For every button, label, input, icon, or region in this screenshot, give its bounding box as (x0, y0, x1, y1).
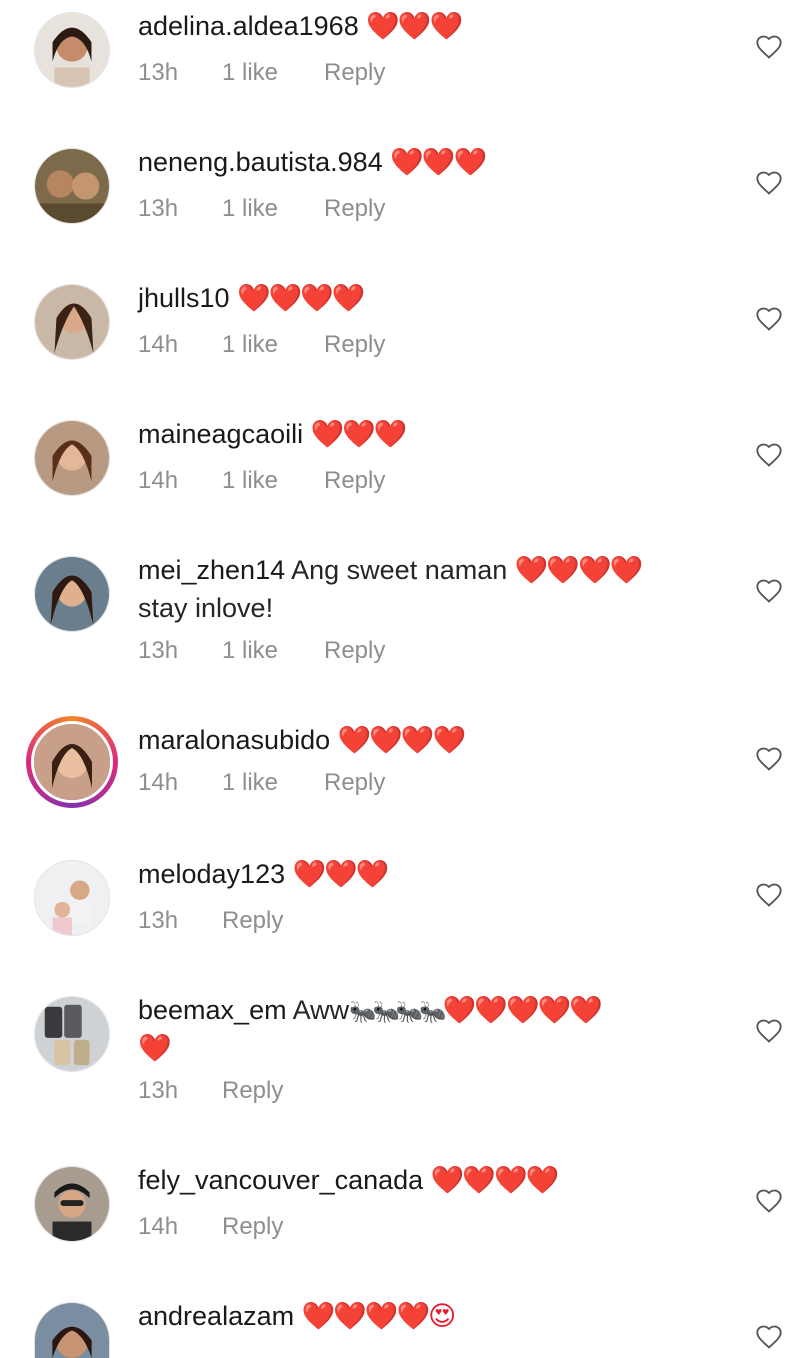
heart-emoji: ❤️❤️❤️❤️ (430, 1165, 559, 1195)
heart-emoji: ❤️ (138, 1033, 172, 1063)
heart-emoji: ❤️❤️❤️❤️ (514, 555, 643, 585)
avatar[interactable] (34, 284, 110, 360)
avatar[interactable] (34, 420, 110, 496)
heart-outline-icon[interactable] (755, 441, 783, 469)
username[interactable]: jhulls10 (138, 283, 230, 313)
reply-button[interactable]: Reply (324, 769, 385, 797)
heart-emoji: ❤️❤️❤️ (390, 147, 487, 177)
reply-button[interactable]: Reply (222, 1077, 283, 1105)
comment-time: 13h (138, 907, 179, 934)
comment-time: 13h (138, 637, 179, 664)
username[interactable]: meloday123 (138, 859, 285, 889)
heart-outline-icon[interactable] (755, 1017, 783, 1045)
username[interactable]: maralonasubido (138, 725, 330, 755)
comment-time: 14h (138, 1213, 179, 1240)
avatar[interactable] (34, 1302, 110, 1358)
comment-text: Ang sweet naman (291, 555, 508, 585)
reply-button[interactable]: Reply (324, 637, 385, 665)
ant-emoji: 🐜🐜🐜🐜 (349, 999, 447, 1024)
avatar-story-ring[interactable] (26, 716, 118, 808)
username[interactable]: neneng.bautista.984 (138, 147, 383, 177)
heart-outline-icon[interactable] (755, 745, 783, 773)
avatar[interactable] (34, 556, 110, 632)
like-count[interactable]: 1 like (222, 467, 278, 495)
avatar[interactable] (34, 1166, 110, 1242)
reply-button[interactable]: Reply (324, 195, 385, 223)
heart-outline-icon[interactable] (755, 1323, 783, 1351)
username[interactable]: fely_vancouver_canada (138, 1165, 423, 1195)
heart-outline-icon[interactable] (755, 1187, 783, 1215)
comment-time: 14h (138, 769, 179, 796)
like-count[interactable]: 1 like (222, 769, 278, 797)
username[interactable]: mei_zhen14 (138, 555, 285, 585)
reply-button[interactable]: Reply (324, 331, 385, 359)
comment-time: 13h (138, 59, 179, 86)
heart-outline-icon[interactable] (755, 33, 783, 61)
reply-button[interactable]: Reply (222, 907, 283, 935)
heart-emoji: ❤️❤️❤️❤️😍 (301, 1301, 457, 1331)
heart-outline-icon[interactable] (755, 169, 783, 197)
avatar[interactable] (34, 860, 110, 936)
username[interactable]: adelina.aldea1968 (138, 11, 359, 41)
heart-emoji: ❤️❤️❤️ (366, 11, 463, 41)
comment-time: 13h (138, 195, 179, 222)
heart-emoji: ❤️❤️❤️❤️ (237, 283, 365, 313)
heart-outline-icon[interactable] (755, 577, 783, 605)
reply-button[interactable]: Reply (324, 59, 385, 87)
comment-text: stay inlove! (138, 593, 274, 623)
like-count[interactable]: 1 like (222, 637, 278, 665)
heart-emoji: ❤️❤️❤️❤️ (337, 725, 466, 755)
username[interactable]: andrealazam (138, 1301, 294, 1331)
comment-time: 13h (138, 1077, 179, 1104)
heart-emoji: ❤️❤️❤️❤️❤️ (442, 995, 603, 1025)
reply-button[interactable]: Reply (324, 467, 385, 495)
like-count[interactable]: 1 like (222, 195, 278, 223)
username[interactable]: beemax_em (138, 995, 287, 1025)
like-count[interactable]: 1 like (222, 59, 278, 87)
reply-button[interactable]: Reply (222, 1213, 283, 1241)
avatar[interactable] (34, 996, 110, 1072)
comment-text: Aww (292, 995, 350, 1025)
heart-outline-icon[interactable] (755, 881, 783, 909)
comment-time: 14h (138, 467, 179, 494)
heart-emoji: ❤️❤️❤️ (310, 419, 408, 449)
heart-outline-icon[interactable] (755, 305, 783, 333)
heart-emoji: ❤️❤️❤️ (292, 859, 390, 889)
username[interactable]: maineagcaoili (138, 419, 303, 449)
like-count[interactable]: 1 like (222, 331, 278, 359)
avatar[interactable] (34, 148, 110, 224)
comment-time: 14h (138, 331, 179, 358)
avatar[interactable] (34, 12, 110, 88)
